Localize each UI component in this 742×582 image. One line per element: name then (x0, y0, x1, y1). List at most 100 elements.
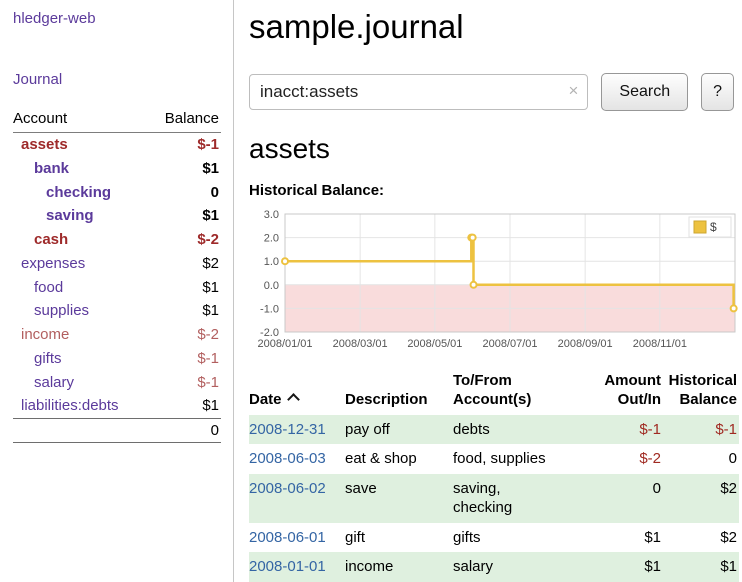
account-balance-gifts: $-1 (197, 350, 219, 369)
search-bar: × Search ? (249, 73, 734, 111)
account-link-expenses[interactable]: expenses (13, 255, 85, 274)
register-header-accounts: To/From Account(s) (453, 370, 591, 415)
historical-balance-chart: 3.02.01.00.0-1.0-2.02008/01/012008/03/01… (249, 204, 742, 354)
app-window: hledger-web Journal Account Balance asse… (0, 0, 742, 582)
transaction-date-link[interactable]: 2008-06-02 (249, 480, 326, 497)
account-balance-assets: $-1 (197, 136, 219, 155)
accounts-total-row: 0 (13, 418, 221, 443)
transaction-accounts: food, supplies (453, 444, 591, 474)
account-column-header: Account (13, 110, 67, 127)
account-link-salary[interactable]: salary (13, 374, 74, 393)
transaction-description: gift (345, 523, 453, 553)
account-balance-supplies: $1 (202, 302, 219, 321)
x-tick-label: 2008/09/01 (558, 338, 613, 350)
register-table: Date Description To/From Account(s) Amou… (249, 370, 739, 582)
account-row-supplies: supplies $1 (13, 299, 221, 323)
register-row: 2008-06-01 gift gifts $1 $2 (249, 523, 739, 553)
legend-label: $ (710, 220, 717, 234)
register-header-date[interactable]: Date (249, 370, 345, 415)
account-link-supplies[interactable]: supplies (13, 302, 89, 321)
accounts-table: Account Balance assets $-1 bank $1 check… (13, 108, 221, 443)
register-row: 2008-06-02 save saving, checking 0 $2 (249, 474, 739, 523)
transaction-amount: $1 (591, 523, 663, 553)
transaction-accounts: salary (453, 552, 591, 582)
transaction-amount: $1 (591, 552, 663, 582)
transaction-amount: $-2 (591, 444, 663, 474)
transaction-description: pay off (345, 415, 453, 445)
data-point-marker (470, 235, 476, 241)
transaction-description: eat & shop (345, 444, 453, 474)
sidebar: hledger-web Journal Account Balance asse… (0, 0, 234, 582)
accounts-total-value: 0 (211, 422, 219, 439)
search-box: × (249, 74, 588, 110)
clear-search-icon[interactable]: × (568, 82, 578, 99)
account-heading: assets (249, 133, 734, 165)
register-header-row: Date Description To/From Account(s) Amou… (249, 370, 739, 415)
transaction-accounts: debts (453, 415, 591, 445)
x-tick-label: 2008/07/01 (482, 338, 537, 350)
register-header-amount: Amount Out/In (591, 370, 663, 415)
y-tick-label: 0.0 (264, 280, 279, 292)
search-button[interactable]: Search (601, 73, 688, 111)
accounts-table-header: Account Balance (13, 108, 221, 133)
account-balance-saving: $1 (202, 207, 219, 226)
chart-legend: $ (689, 217, 731, 237)
transaction-date-link[interactable]: 2008-06-03 (249, 450, 326, 467)
account-row-checking: checking 0 (13, 181, 221, 205)
search-input[interactable] (249, 74, 588, 110)
transaction-balance: $-1 (663, 415, 739, 445)
account-link-bank[interactable]: bank (13, 160, 69, 179)
nav-journal-link[interactable]: Journal (13, 71, 221, 88)
data-point-marker (471, 282, 477, 288)
account-balance-salary: $-1 (197, 374, 219, 393)
account-row-food: food $1 (13, 276, 221, 300)
y-tick-label: 1.0 (264, 256, 279, 268)
account-row-gifts: gifts $-1 (13, 347, 221, 371)
register-row: 2008-01-01 income salary $1 $1 (249, 552, 739, 582)
register-row: 2008-06-03 eat & shop food, supplies $-2… (249, 444, 739, 474)
account-link-checking[interactable]: checking (13, 184, 111, 203)
y-tick-label: 2.0 (264, 233, 279, 245)
search-help-button[interactable]: ? (701, 73, 734, 111)
transaction-amount: $-1 (591, 415, 663, 445)
transaction-date-link[interactable]: 2008-06-01 (249, 529, 326, 546)
account-balance-expenses: $2 (202, 255, 219, 274)
account-row-assets: assets $-1 (13, 133, 221, 157)
account-link-cash[interactable]: cash (13, 231, 68, 250)
account-balance-cash: $-2 (197, 231, 219, 250)
transaction-amount: 0 (591, 474, 663, 523)
account-row-expenses: expenses $2 (13, 252, 221, 276)
x-tick-label: 2008/01/01 (257, 338, 312, 350)
register-row: 2008-12-31 pay off debts $-1 $-1 (249, 415, 739, 445)
x-tick-label: 2008/11/01 (633, 338, 687, 350)
account-link-saving[interactable]: saving (13, 207, 94, 226)
app-title-link[interactable]: hledger-web (13, 10, 96, 27)
transaction-description: save (345, 474, 453, 523)
transaction-date-link[interactable]: 2008-12-31 (249, 421, 326, 438)
account-row-salary: salary $-1 (13, 371, 221, 395)
sort-ascending-icon (287, 393, 300, 406)
account-link-assets[interactable]: assets (13, 136, 68, 155)
account-row-bank: bank $1 (13, 157, 221, 181)
account-row-saving: saving $1 (13, 204, 221, 228)
transaction-accounts: gifts (453, 523, 591, 553)
y-tick-label: 3.0 (264, 209, 279, 221)
transaction-date-link[interactable]: 2008-01-01 (249, 558, 326, 575)
account-link-liabilities-debts[interactable]: liabilities:debts (13, 397, 119, 416)
account-balance-income: $-2 (197, 326, 219, 345)
transaction-balance: $2 (663, 474, 739, 523)
register-header-description: Description (345, 370, 453, 415)
transaction-balance: 0 (663, 444, 739, 474)
register-header-date-label: Date (249, 391, 282, 408)
x-tick-label: 2008/05/01 (407, 338, 462, 350)
account-row-liabilities-debts: liabilities:debts $1 (13, 394, 221, 418)
account-link-income[interactable]: income (13, 326, 69, 345)
page-title: sample.journal (249, 8, 734, 46)
account-row-income: income $-2 (13, 323, 221, 347)
account-link-gifts[interactable]: gifts (13, 350, 62, 369)
account-balance-bank: $1 (202, 160, 219, 179)
account-link-food[interactable]: food (13, 279, 63, 298)
x-tick-label: 2008/03/01 (333, 338, 388, 350)
main-panel: sample.journal × Search ? assets Histori… (234, 0, 742, 582)
account-row-cash: cash $-2 (13, 228, 221, 252)
